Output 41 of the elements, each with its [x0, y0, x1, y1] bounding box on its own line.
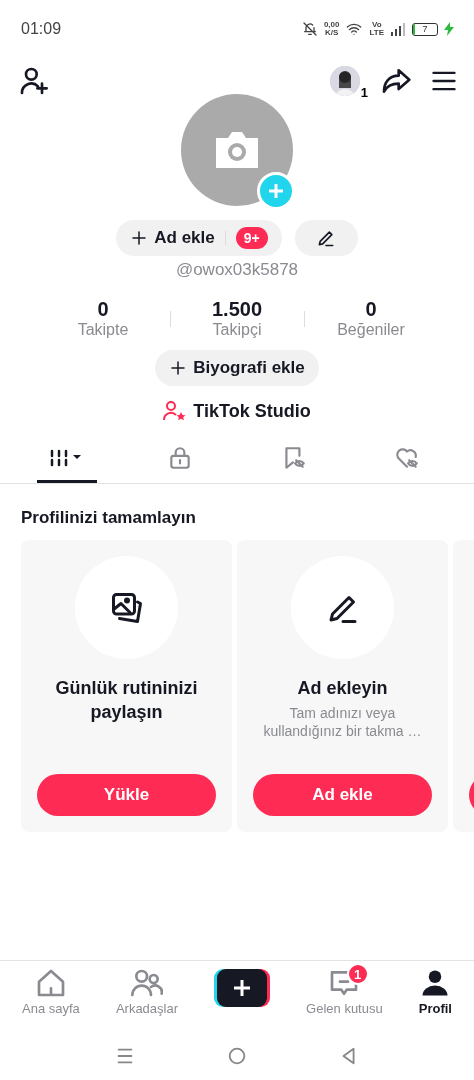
stat-label: Beğeniler: [337, 321, 405, 339]
nav-item[interactable]: Ana sayfa: [22, 967, 80, 1032]
home-circle-icon: [226, 1045, 248, 1067]
person-star-icon: [163, 400, 188, 422]
stat-label: Takipçi: [212, 321, 262, 339]
section-title: Profilinizi tamamlayın: [21, 508, 197, 528]
username: @owox03k5878: [175, 260, 299, 280]
status-time: 01:09: [21, 20, 62, 38]
nav-item[interactable]: Arkadaşlar: [115, 967, 178, 1032]
signal-icon: [390, 22, 406, 36]
unread-badge: 1: [346, 963, 369, 985]
card-title: Günlük rutininizi paylaşın: [54, 677, 199, 724]
battery-indicator: 7: [412, 22, 438, 36]
studio-link[interactable]: TikTok Studio: [163, 400, 311, 422]
bell-muted-icon: [301, 21, 318, 37]
plus-icon: [130, 229, 149, 247]
volte-indicator: Vo LTE: [369, 21, 384, 37]
add-friend-button[interactable]: [18, 65, 50, 97]
wifi-icon: [345, 21, 364, 37]
card-action-button[interactable]: Ad ekle: [253, 774, 432, 816]
stat-value: 0: [97, 298, 109, 321]
card-title: Ad ekleyin: [297, 677, 388, 700]
bolt-icon: [444, 22, 454, 36]
add-bio-button[interactable]: Biyografi ekle: [155, 350, 319, 386]
nav-item[interactable]: Profil: [418, 967, 452, 1032]
card-action-button[interactable]: Yükle: [37, 774, 216, 816]
plus-icon: [267, 182, 285, 200]
add-name-label: Ad ekle: [154, 228, 215, 248]
plus-icon: [169, 359, 188, 377]
stat-value: 0: [365, 298, 377, 321]
create-button[interactable]: [214, 969, 271, 1007]
stat-label: Takipte: [77, 321, 129, 339]
notification-badge: 9+: [235, 227, 268, 249]
network-speed: 0,00 K/S: [323, 21, 340, 37]
card-subtitle: Tam adınızı veya kullandığınız bir takma …: [262, 704, 423, 740]
heart-eye-icon: [394, 445, 421, 471]
stat-value: 1.500: [211, 298, 263, 321]
people-icon: [130, 967, 163, 999]
story-count: 1: [360, 85, 368, 100]
edit-profile-button[interactable]: [294, 220, 358, 256]
add-name-button[interactable]: Ad ekle 9+: [116, 220, 282, 256]
